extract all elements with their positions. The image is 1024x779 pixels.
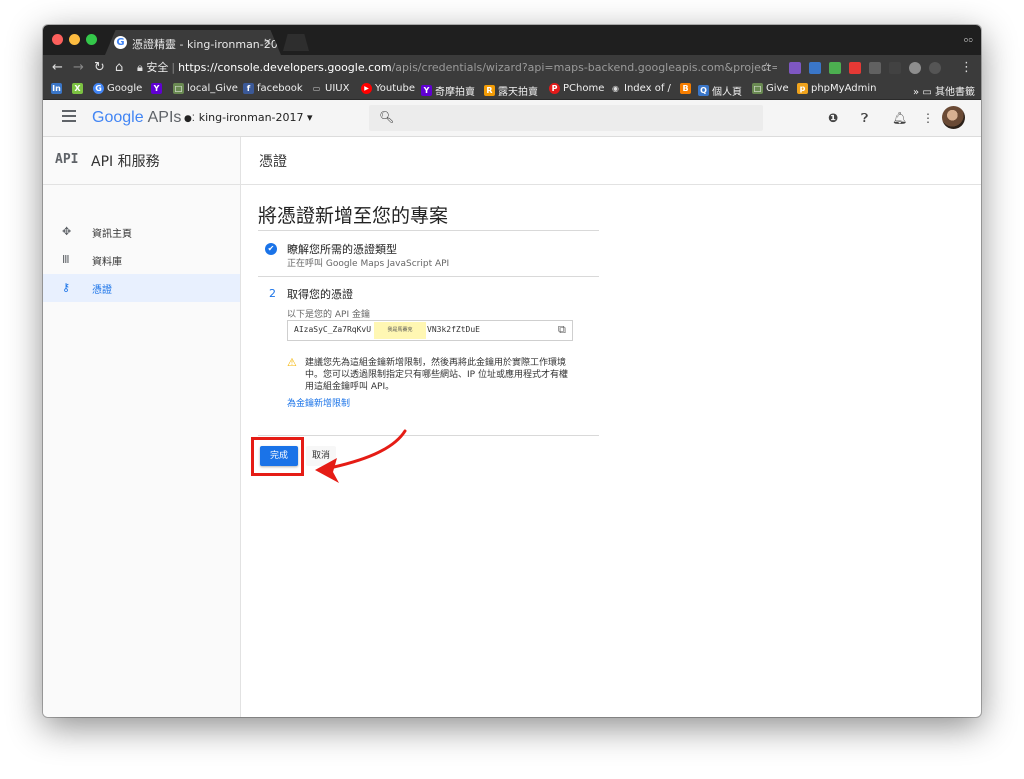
annotation-arrow-icon xyxy=(315,429,407,483)
browser-window: G 憑證精靈 - king-ironman-2017 × ೲ ← → ↻ ⌂ 🔒… xyxy=(43,25,981,717)
